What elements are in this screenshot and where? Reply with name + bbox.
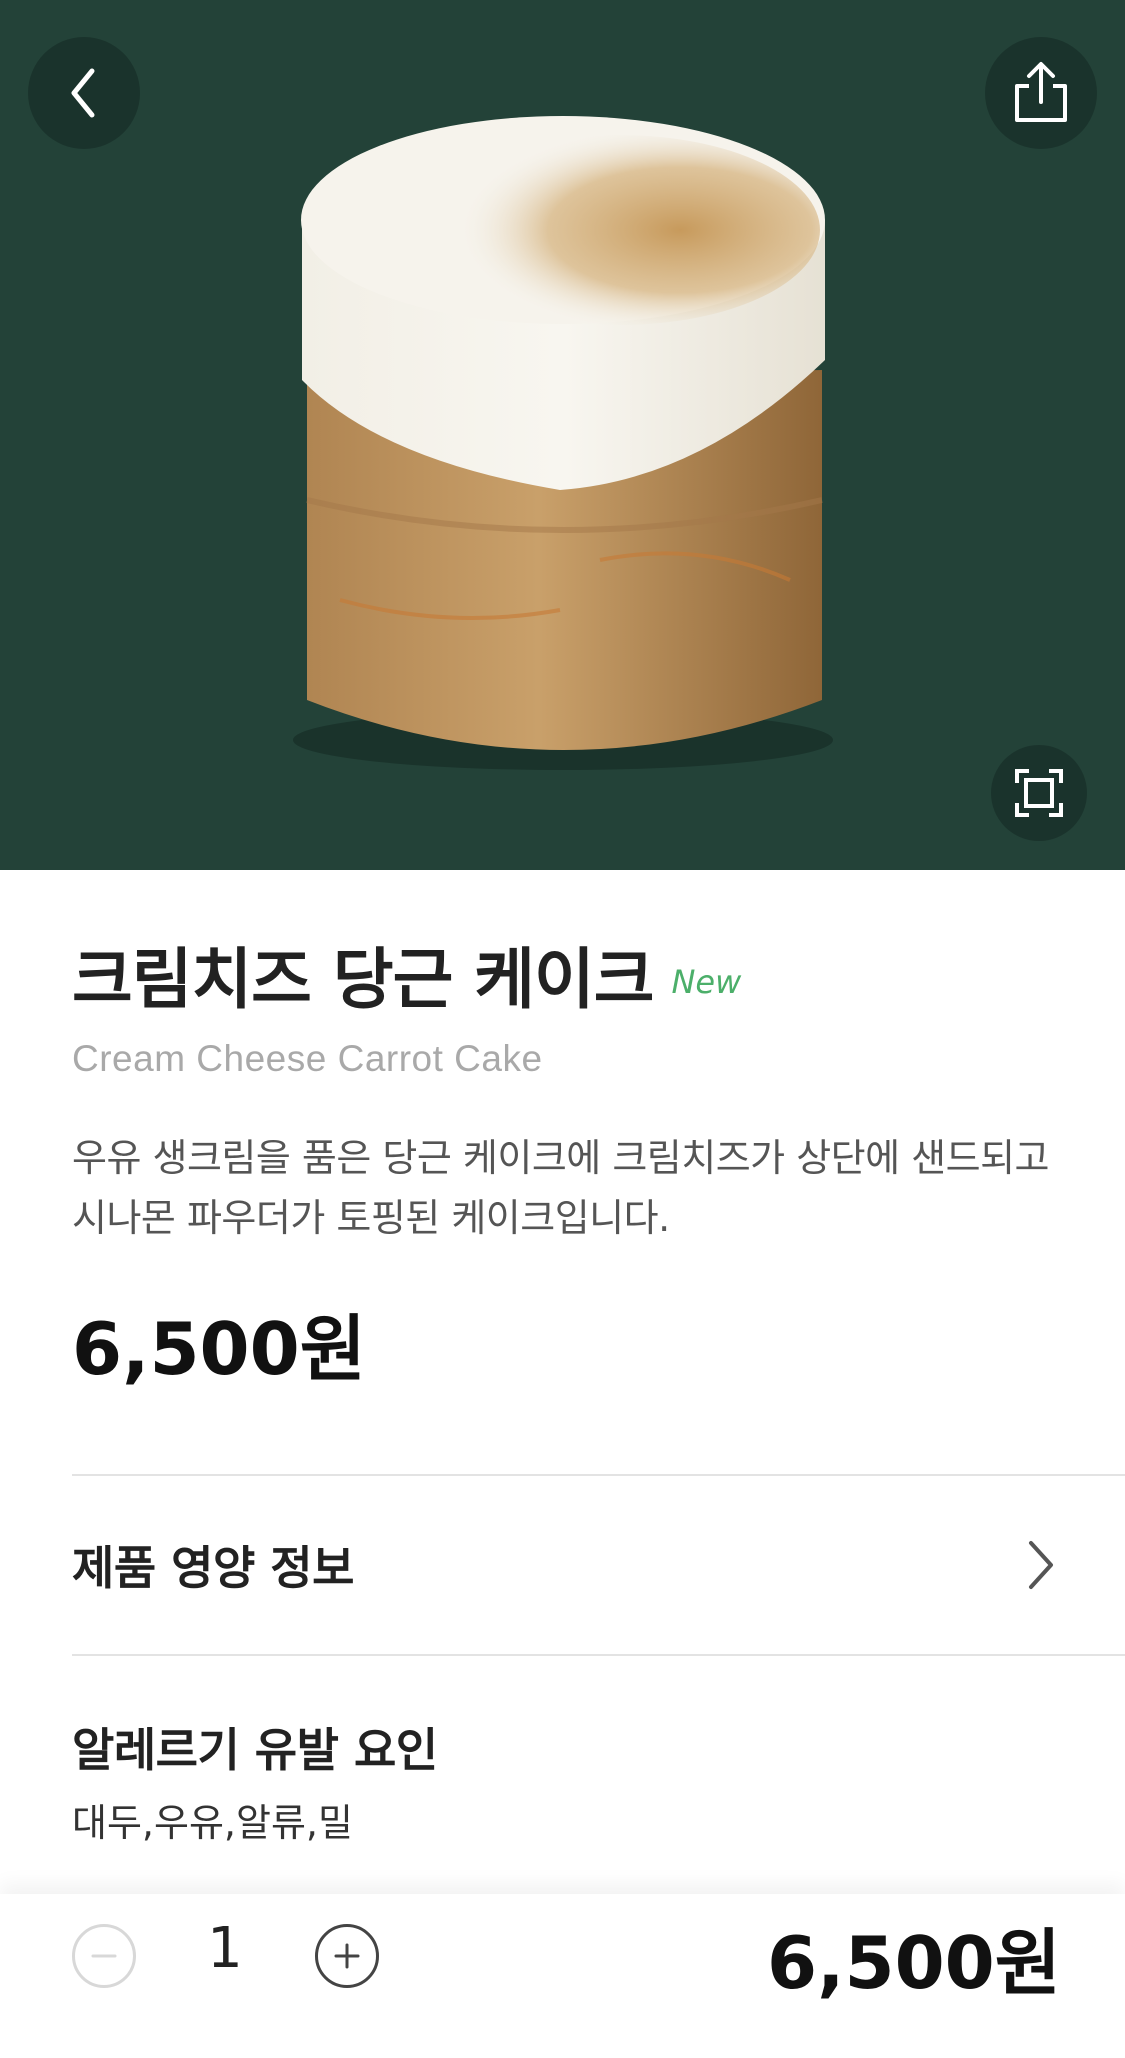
share-button[interactable] [985,37,1097,149]
nutrition-info-row[interactable]: 제품 영양 정보 [72,1476,1125,1654]
product-title: 크림치즈 당근 케이크 [72,941,654,1018]
new-badge: New [671,963,742,1001]
back-button[interactable] [28,37,140,149]
fullscreen-icon [1015,769,1063,817]
product-price: 6,500원 [72,1307,366,1391]
product-hero [0,0,1125,870]
increase-quantity-button[interactable] [315,1924,379,1988]
order-bar: 1 6,500원 [0,1894,1125,2058]
allergy-title: 알레르기 유발 요인 [72,1723,438,1777]
quantity-value: 1 [207,1916,243,1981]
decrease-quantity-button[interactable] [72,1924,136,1988]
allergy-values: 대두,우유,알류,밀 [72,1801,353,1845]
product-english-name: Cream Cheese Carrot Cake [72,1038,543,1079]
nutrition-info-label: 제품 영양 정보 [72,1541,354,1595]
chevron-left-icon [71,68,95,118]
share-icon [1015,62,1067,122]
minus-icon [91,1954,117,1958]
product-description: 우유 생크림을 품은 당근 케이크에 크림치즈가 상단에 샌드되고 시나몬 파우… [72,1136,1050,1240]
total-price: 6,500원 [767,1921,1061,2005]
divider [72,1654,1125,1656]
chevron-right-icon [1029,1541,1053,1589]
title-row: 크림치즈 당근 케이크 New [72,935,741,1025]
fullscreen-button[interactable] [991,745,1087,841]
plus-icon [334,1943,360,1969]
product-image [293,116,833,770]
